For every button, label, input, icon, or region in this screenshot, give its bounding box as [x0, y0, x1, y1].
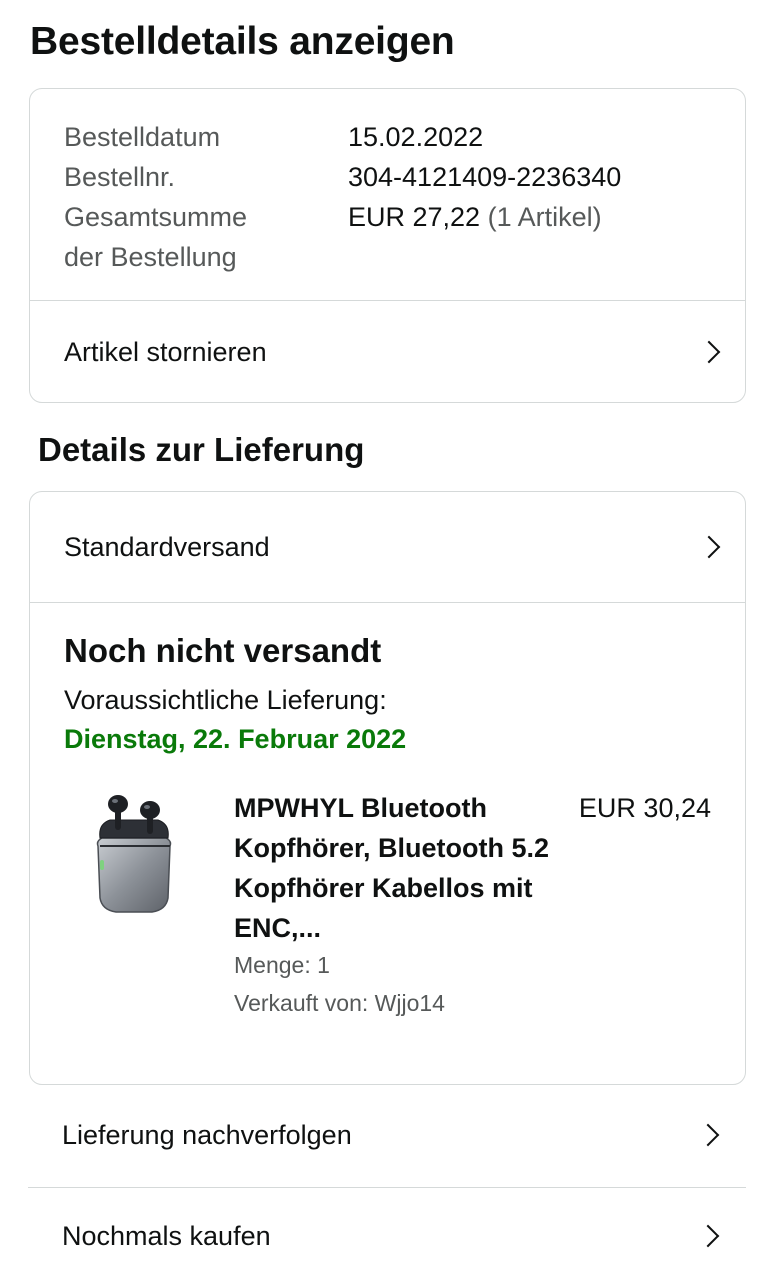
shipping-method-label: Standardversand	[64, 531, 270, 562]
product-title-link[interactable]: MPWHYL Bluetooth Kopfhörer, Bluetooth 5.…	[234, 788, 554, 948]
delivery-card: Standardversand Noch nicht versandt Vora…	[29, 491, 746, 1085]
track-delivery-button[interactable]: Lieferung nachverfolgen	[28, 1085, 746, 1185]
order-number-label: Bestellnr.	[64, 162, 176, 192]
chevron-right-icon	[696, 1224, 720, 1248]
shipment-status: Noch nicht versandt	[64, 632, 382, 669]
order-total-label-line1: Gesamtsumme	[64, 202, 248, 232]
track-delivery-label: Lieferung nachverfolgen	[62, 1119, 352, 1150]
chevron-right-icon	[696, 1123, 720, 1147]
order-number-row: Bestellnr. 304-4121409-2236340	[64, 157, 621, 197]
order-info-grid: Bestelldatum 15.02.2022 Bestellnr. 304-4…	[64, 117, 621, 277]
divider	[30, 602, 745, 603]
order-number-value: 304-4121409-2236340	[348, 162, 622, 192]
chevron-right-icon	[697, 340, 721, 364]
product-quantity: Menge: 1	[234, 952, 330, 978]
product-seller: Verkauft von: Wjjo14	[234, 990, 445, 1016]
shipping-method-button[interactable]: Standardversand	[30, 492, 745, 602]
buy-again-button[interactable]: Nochmals kaufen	[28, 1186, 746, 1280]
estimated-delivery-label: Voraussichtliche Lieferung:	[64, 685, 387, 715]
product-price: EUR 30,24	[578, 793, 711, 823]
cancel-items-label: Artikel stornieren	[64, 336, 267, 367]
chevron-right-icon	[697, 535, 721, 559]
earbuds-product-image[interactable]	[88, 786, 178, 918]
buy-again-label: Nochmals kaufen	[62, 1220, 271, 1251]
order-date-row: Bestelldatum 15.02.2022	[64, 117, 621, 157]
order-total-row: Gesamtsumme der Bestellung EUR 27,22 (1 …	[64, 197, 621, 277]
order-date-label: Bestelldatum	[64, 122, 221, 152]
order-total-label: Gesamtsumme der Bestellung	[64, 197, 348, 277]
page-title: Bestelldetails anzeigen	[30, 20, 455, 63]
delivery-section-title: Details zur Lieferung	[38, 431, 365, 468]
order-total-label-line2: der Bestellung	[64, 242, 237, 272]
order-date-value: 15.02.2022	[348, 122, 484, 152]
cancel-items-button[interactable]: Artikel stornieren	[30, 301, 745, 403]
order-total-value: EUR 27,22 (1 Artikel)	[348, 197, 602, 277]
order-total-amount: EUR 27,22	[348, 202, 481, 232]
estimated-delivery-date: Dienstag, 22. Februar 2022	[64, 724, 407, 754]
order-total-items: (1 Artikel)	[487, 202, 602, 232]
order-summary-card: Bestelldatum 15.02.2022 Bestellnr. 304-4…	[29, 88, 746, 403]
